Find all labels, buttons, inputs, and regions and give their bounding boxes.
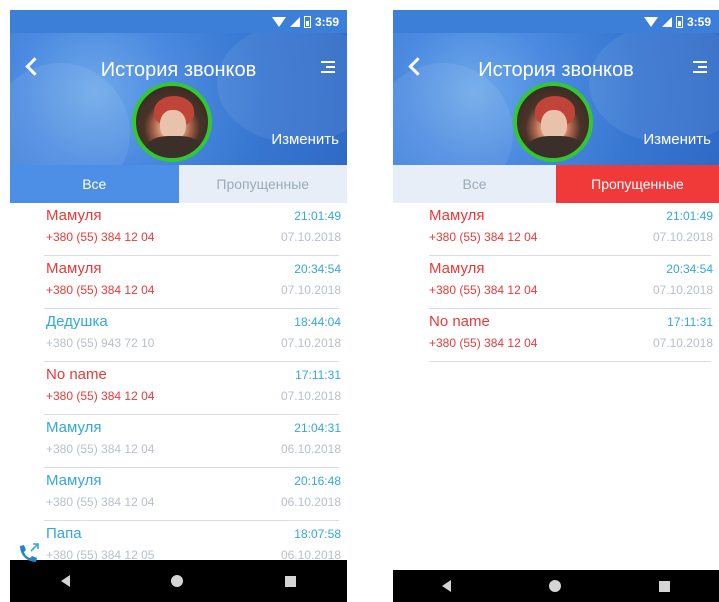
page-title: История звонков	[478, 59, 634, 81]
edit-button[interactable]: Изменить	[271, 131, 339, 148]
tab-all[interactable]: Все	[393, 165, 556, 203]
call-time: 21:01:49	[666, 209, 713, 223]
tab-bar: Все Пропущенные	[10, 165, 347, 203]
call-list-item[interactable]: Мамуля +380 (55) 384 12 04 21:01:49 07.10.2…	[10, 203, 347, 256]
nav-home-icon[interactable]	[549, 580, 561, 592]
nav-home-icon[interactable]	[171, 575, 184, 587]
call-list-item[interactable]: Мамуля +380 (55) 384 12 04 20:34:54 07.10.2…	[393, 256, 719, 309]
android-nav-bar	[10, 560, 347, 602]
page-title: История звонков	[100, 59, 257, 81]
android-nav-bar	[393, 570, 719, 602]
outgoing-call-icon[interactable]	[16, 540, 42, 566]
call-time: 20:34:54	[294, 262, 341, 276]
call-date: 07.10.2018	[280, 389, 341, 403]
caller-name: Мамуля	[429, 260, 485, 277]
call-date: 07.10.2018	[652, 230, 713, 244]
tab-missed[interactable]: Пропущенные	[556, 165, 719, 203]
menu-icon[interactable]	[321, 61, 335, 73]
call-time: 21:04:31	[294, 421, 341, 435]
status-time: 3:59	[686, 14, 711, 29]
edit-button[interactable]: Изменить	[643, 131, 711, 148]
caller-number: +380 (55) 384 12 04	[429, 283, 538, 297]
call-list-item[interactable]: No name +380 (55) 384 12 04 17:11:31 07.10.…	[393, 309, 719, 362]
call-time: 18:07:58	[294, 527, 341, 541]
avatar[interactable]	[513, 82, 593, 162]
phone-screen-missed-calls: 3:59 История звонков Изменить Все Пропущ…	[393, 10, 719, 602]
nav-back-icon[interactable]	[442, 580, 451, 592]
call-list-item[interactable]: Мамуля +380 (55) 384 12 04 21:01:49 07.10.2…	[393, 203, 719, 256]
caller-name: Мамуля	[46, 472, 102, 489]
status-bar: 3:59	[10, 10, 347, 33]
wifi-icon	[271, 16, 286, 27]
nav-back-icon[interactable]	[60, 575, 70, 587]
status-time: 3:59	[314, 14, 339, 29]
call-time: 20:16:48	[294, 474, 341, 488]
signal-icon	[289, 16, 300, 27]
call-time: 20:34:54	[666, 262, 713, 276]
caller-name: No name	[46, 366, 107, 383]
call-list-item[interactable]: Мамуля +380 (55) 384 12 04 20:34:54 07.10.2…	[10, 256, 347, 309]
caller-name: Мамуля	[46, 260, 102, 277]
call-list-item[interactable]: Мамуля +380 (55) 384 12 04 21:04:31 06.10.2…	[10, 415, 347, 468]
avatar[interactable]	[132, 82, 212, 162]
divider	[429, 361, 711, 362]
call-date: 06.10.2018	[280, 495, 341, 509]
call-time: 17:11:31	[295, 368, 341, 382]
caller-name: No name	[429, 313, 490, 330]
call-list: Мамуля +380 (55) 384 12 04 21:01:49 07.10.2…	[393, 203, 719, 362]
nav-recents-icon[interactable]	[659, 580, 670, 592]
caller-name: Мамуля	[46, 419, 102, 436]
caller-name: Папа	[46, 525, 82, 542]
caller-number: +380 (55) 943 72 10	[46, 336, 155, 350]
call-time: 17:11:31	[667, 315, 713, 329]
signal-icon	[661, 16, 672, 27]
battery-icon	[675, 15, 683, 28]
call-list: Мамуля +380 (55) 384 12 04 21:01:49 07.10.2…	[10, 203, 347, 574]
call-date: 07.10.2018	[652, 336, 713, 350]
wifi-icon	[643, 16, 658, 27]
status-bar: 3:59	[393, 10, 719, 33]
caller-number: +380 (55) 384 12 04	[46, 495, 155, 509]
caller-number: +380 (55) 384 12 04	[429, 336, 538, 350]
call-time: 21:01:49	[294, 209, 341, 223]
caller-number: +380 (55) 384 12 04	[46, 230, 155, 244]
phone-screen-all-calls: 3:59 История звонков Изменить Все Пропущ…	[10, 10, 347, 602]
call-date: 07.10.2018	[280, 283, 341, 297]
call-list-item[interactable]: Мамуля +380 (55) 384 12 04 20:16:48 06.10.2…	[10, 468, 347, 521]
nav-recents-icon[interactable]	[285, 575, 297, 587]
call-date: 07.10.2018	[652, 283, 713, 297]
call-list-item[interactable]: Дедушка +380 (55) 943 72 10 18:44:04 07.10.…	[10, 309, 347, 362]
caller-name: Мамуля	[46, 207, 102, 224]
call-date: 07.10.2018	[280, 336, 341, 350]
tab-bar: Все Пропущенные	[393, 165, 719, 203]
caller-name: Мамуля	[429, 207, 485, 224]
tab-missed[interactable]: Пропущенные	[178, 165, 347, 203]
caller-number: +380 (55) 384 12 04	[429, 230, 538, 244]
battery-icon	[303, 15, 311, 28]
menu-icon[interactable]	[693, 61, 707, 73]
caller-number: +380 (55) 384 12 04	[46, 283, 155, 297]
caller-number: +380 (55) 384 12 04	[46, 442, 155, 456]
call-list-item[interactable]: No name +380 (55) 384 12 04 17:11:31 07.10.…	[10, 362, 347, 415]
call-date: 06.10.2018	[280, 442, 341, 456]
caller-name: Дедушка	[46, 313, 108, 330]
caller-number: +380 (55) 384 12 04	[46, 389, 155, 403]
tab-all[interactable]: Все	[10, 165, 179, 203]
call-time: 18:44:04	[294, 315, 341, 329]
call-date: 07.10.2018	[280, 230, 341, 244]
